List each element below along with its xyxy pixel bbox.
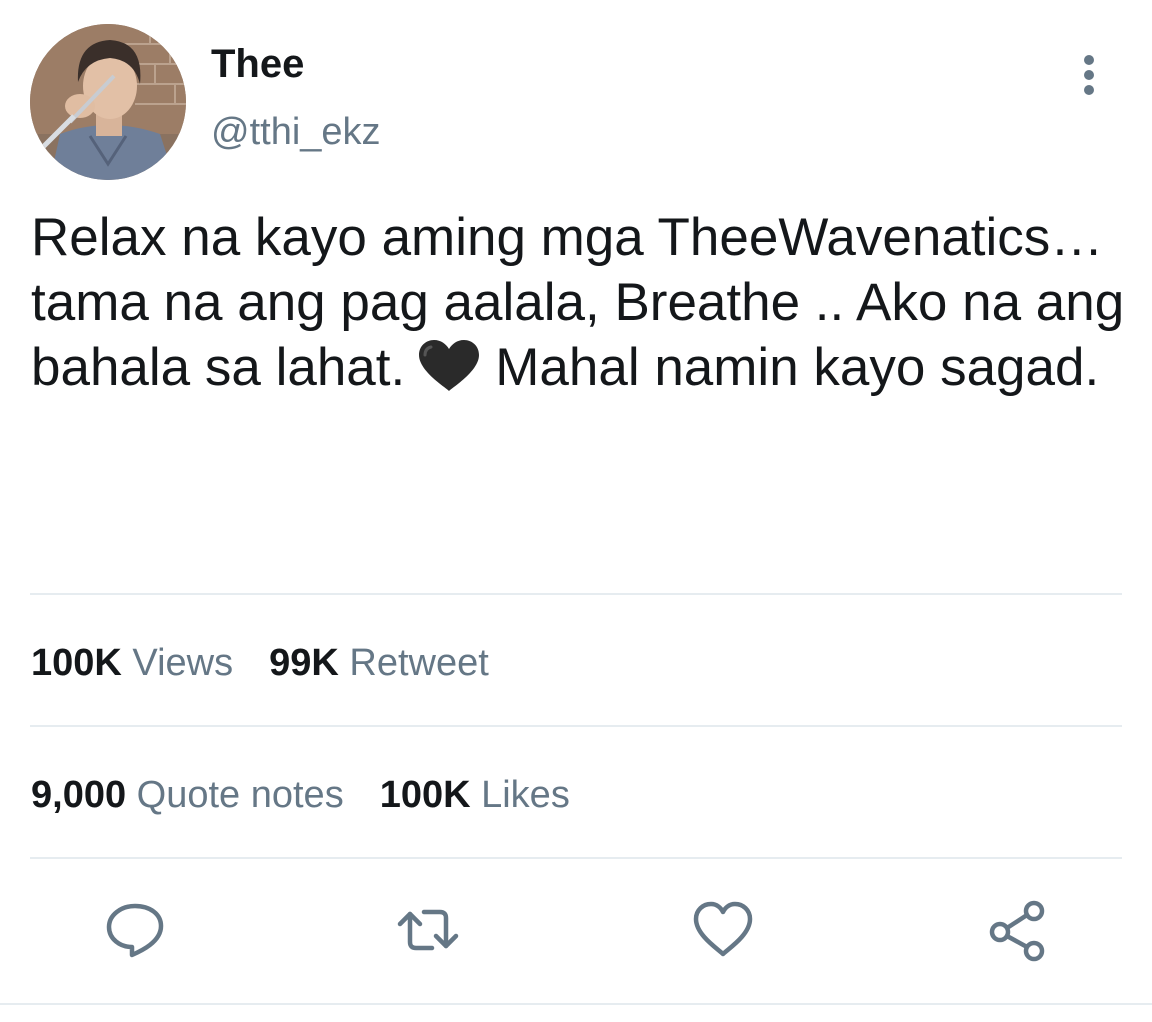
tweet-text-part-2: Mahal namin kayo sagad. [495, 338, 1100, 397]
tweet-text: Relax na kayo aming mga TheeWavenatics… … [31, 205, 1141, 400]
more-options-icon[interactable] [1066, 50, 1112, 100]
divider [30, 857, 1122, 859]
quotes-label: Quote notes [136, 774, 344, 816]
stats-row-quotes-likes: 9,000 Quote notes 100K Likes [31, 772, 606, 818]
like-button[interactable] [691, 898, 755, 962]
likes-stat[interactable]: 100K Likes [380, 772, 570, 818]
avatar-photo [30, 24, 186, 180]
share-button[interactable] [986, 898, 1050, 962]
views-stat[interactable]: 100K Views [31, 640, 233, 686]
user-handle[interactable]: @tthi_ekz [211, 109, 381, 155]
bottom-divider [0, 1003, 1152, 1005]
views-label: Views [132, 642, 234, 684]
share-icon [989, 900, 1045, 962]
black-heart-emoji-icon [417, 339, 481, 393]
divider [30, 593, 1122, 595]
divider [30, 725, 1122, 727]
retweet-icon [397, 909, 459, 951]
views-count: 100K [31, 642, 122, 684]
quotes-count: 9,000 [31, 774, 127, 816]
likes-label: Likes [481, 774, 570, 816]
heart-icon [693, 901, 753, 957]
stats-row-views-retweets: 100K Views 99K Retweet [31, 640, 525, 686]
reply-icon [106, 903, 164, 958]
retweet-button[interactable] [396, 898, 460, 962]
display-name[interactable]: Thee [211, 40, 304, 88]
likes-count: 100K [379, 774, 471, 816]
quotes-stat[interactable]: 9,000 Quote notes [31, 772, 344, 818]
avatar[interactable] [30, 24, 186, 180]
retweets-count: 99K [269, 642, 339, 684]
retweets-stat[interactable]: 99K Retweet [269, 640, 489, 686]
reply-button[interactable] [103, 898, 167, 962]
retweets-label: Retweet [349, 642, 489, 684]
